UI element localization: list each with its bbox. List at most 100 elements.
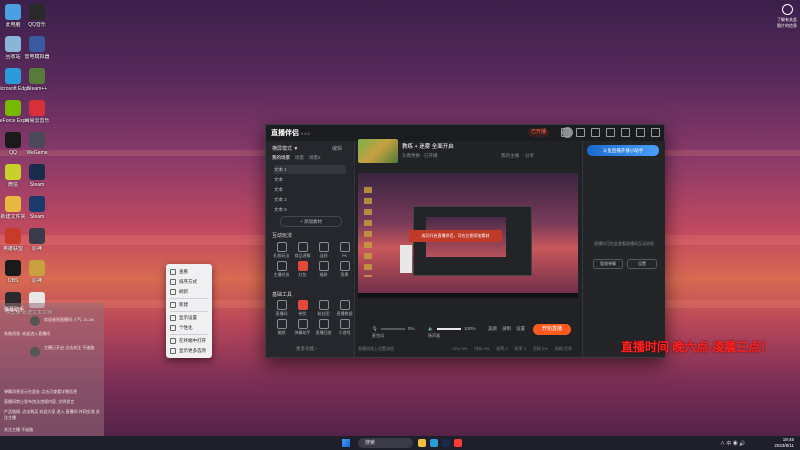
edit-button[interactable]: 编辑 [332,145,342,152]
desktop-icon[interactable]: QQ音乐 [20,4,54,28]
tool-label: 投票 [340,272,349,277]
tool-button[interactable]: 福袋 [314,260,333,277]
tool-button[interactable]: 直播回放 [314,318,333,335]
helper-banner[interactable]: 斗鱼直播开播小助手 [587,145,659,156]
desktop-icon[interactable]: Steam [20,196,54,220]
system-tray[interactable]: ∧ 中 ◉ 🔊 [720,440,745,447]
speaker-icon[interactable]: 🔈 [428,326,434,332]
tool-button[interactable]: 直播数据 [335,299,354,316]
tool-button[interactable]: 粉丝团 [314,299,333,316]
learn-about-picture-label: 了解有关此图片的信息 [777,17,797,28]
stream-title[interactable]: 教练 + 迷雾 全面开启 [402,142,454,150]
speaker-slider[interactable] [437,328,461,330]
chat-line: 系统消息: 欢迎进入直播间 [4,331,51,336]
interactive-tools-grid: 礼物玩法 商品讲解 连线 PK 主播任务 红包 福袋 投票 [272,241,354,277]
desktop-icon[interactable]: 原神 [20,260,54,284]
beauty-button[interactable]: 美颜 [488,326,497,332]
chat-line: 欢迎来到直播间 人气: 21.2w [44,317,95,322]
my-host-link[interactable]: 我的主播 [501,153,519,159]
desktop-icon[interactable]: 网易云音乐 [20,100,54,124]
live-companion-icon[interactable] [454,439,462,447]
menu-item-personalize[interactable]: 个性化 [170,323,210,332]
tool-icon [339,261,350,271]
start-button[interactable] [342,439,350,447]
stream-meta: 头像更换 · 已开播 [402,153,438,158]
learn-about-picture[interactable]: 了解有关此图片的信息 [776,4,798,29]
menu-item-sort[interactable]: 排序方式 [170,277,210,286]
desktop-icon[interactable]: Steam++ [20,68,54,92]
mic-slider[interactable] [381,328,405,330]
maximize-icon[interactable] [636,128,645,137]
live-status-pill[interactable]: 已开播 [528,128,550,137]
minimize-icon[interactable] [621,128,630,137]
menu-item-more-options[interactable]: 显示更多选项 [170,346,210,355]
basic-tools-grid: 直播间 带货 粉丝团 直播数据美颜 弹幕助手 直播回放 小游戏 [272,299,354,335]
tool-button[interactable]: 直播间 [272,299,291,316]
desktop-icon[interactable]: 雷电模拟器 [20,36,54,60]
scene-mode-select[interactable]: 横屏模式 ▼ [272,145,298,152]
app-icon [29,260,45,276]
tool-button[interactable]: 商品讲解 [293,241,312,258]
menu-item-new[interactable]: 新建 [170,300,210,309]
edge-icon[interactable] [430,439,438,447]
app-version: 6.8.0 [301,131,310,136]
source-item[interactable]: 文本 [274,175,346,184]
desktop-icon-label: 原神 [31,246,42,252]
desktop-icon[interactable]: WeGame [20,132,54,156]
menu-item-view[interactable]: 查看 [170,267,210,276]
tool-button[interactable]: 小游戏 [335,318,354,335]
status-metrics: CPU 0% 内存 0% 帧率 0 码率 0 丢帧 0% 网络 优秀 [452,346,572,352]
desktop-icon-label: 雷电模拟器 [24,54,50,60]
menu-item-open-terminal[interactable]: 在终端中打开 [170,336,210,345]
desktop-icon[interactable]: Steam [20,164,54,188]
tool-button[interactable]: 弹幕助手 [293,318,312,335]
clock[interactable]: 19:45 2023/8/11 [774,437,794,449]
status-help-link[interactable]: 直播间线上设置流程 [358,346,394,352]
left-panel: 横屏模式 ▼ 编辑 我的场景 场景 场景2 文本 1 文本 文本 文本 2 文本… [266,141,355,357]
steam-icon[interactable] [442,439,450,447]
share-link[interactable]: 分享 [525,153,534,159]
stream-actions: 我的主播 分享 [501,153,534,159]
manage-danmaku-button[interactable]: 管理弹幕 [593,259,623,269]
menu-icon[interactable] [606,128,615,137]
source-item[interactable]: 文本 5 [274,205,346,214]
message-icon[interactable] [561,128,570,137]
tool-button[interactable]: 带货 [293,299,312,316]
tool-icon [297,300,308,310]
app-name: 直播伴侣 [271,130,299,137]
settings-icon[interactable] [591,128,600,137]
mic-icon[interactable]: 🎙 [372,326,378,332]
tool-button[interactable]: 礼物玩法 [272,241,291,258]
menu-item-display-settings[interactable]: 显示设置 [170,313,210,322]
scene-tabs: 我的场景 场景 场景2 [272,155,321,161]
tool-button[interactable]: 红包 [293,260,312,277]
stream-cover[interactable] [358,139,398,163]
source-item[interactable]: 文本 1 [274,165,346,174]
record-button[interactable]: 录制 [502,326,511,332]
desktop-context-menu: 查看 排序方式 刷新 新建 显示设置 个性化 在终端中打开 显示更多选项 [166,264,212,358]
menu-item-refresh[interactable]: 刷新 [170,287,210,296]
source-item[interactable]: 文本 2 [274,195,346,204]
settings-button[interactable]: 设置 [516,326,525,332]
scene-tab[interactable]: 场景2 [309,155,321,161]
more-tools-button[interactable]: 更多功能 › [296,346,317,352]
scene-tab[interactable]: 我的场景 [272,155,290,161]
source-item[interactable]: 文本 [274,185,346,194]
headset-icon[interactable] [576,128,585,137]
tool-button[interactable]: 连线 [314,241,333,258]
tool-button[interactable]: 主播任务 [272,260,291,277]
tool-button[interactable]: 投票 [335,260,354,277]
tool-button[interactable]: 美颜 [272,318,291,335]
preview-desktop-icons [364,187,372,277]
taskbar-search[interactable]: 搜索 [358,438,413,448]
chat-settings-button[interactable]: 设置 [627,259,657,269]
scene-tab[interactable]: 场景 [295,155,304,161]
desktop-icon[interactable]: 原神 [20,228,54,252]
close-icon[interactable] [651,128,660,137]
avatar [30,316,40,326]
stream-preview[interactable]: 成功开启直播伴侣，可在左侧添加素材 [358,173,578,298]
file-explorer-icon[interactable] [418,439,426,447]
add-source-button[interactable]: + 添加素材 [280,216,342,227]
start-live-button[interactable]: 开始直播 [533,324,571,335]
tool-button[interactable]: PK [335,241,354,258]
